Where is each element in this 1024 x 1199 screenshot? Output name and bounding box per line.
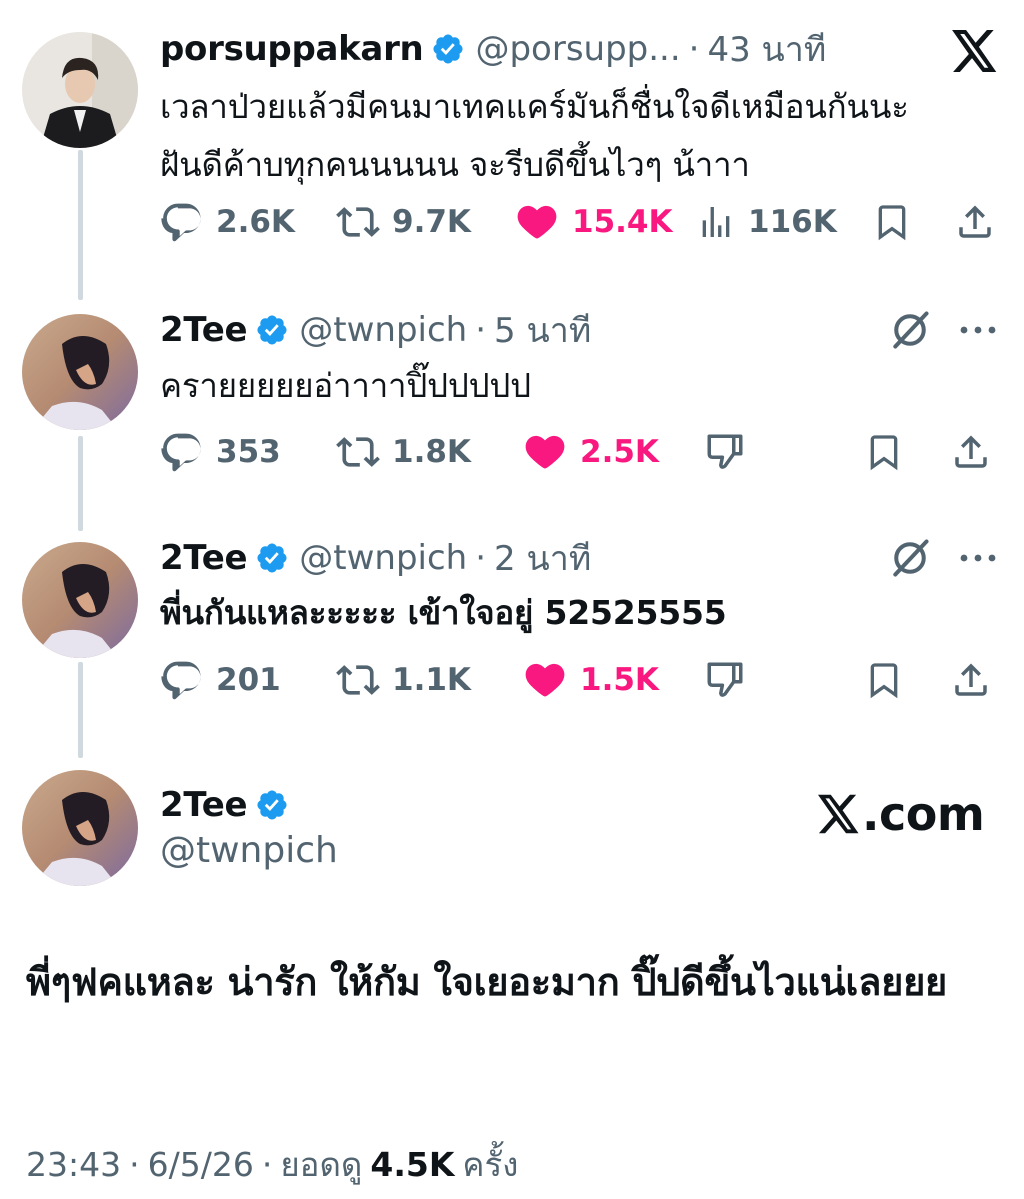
bookmark-button[interactable]: [864, 652, 916, 708]
bookmark-icon: [870, 663, 898, 699]
like-button[interactable]: 2.5K: [522, 424, 659, 480]
avatar[interactable]: [22, 314, 138, 430]
author-name[interactable]: 2Tee: [160, 785, 248, 825]
avatar[interactable]: [22, 770, 138, 886]
reply-icon: [161, 203, 201, 242]
post-time[interactable]: 2 นาที: [494, 531, 591, 585]
like-button[interactable]: 1.5K: [522, 652, 659, 708]
reply-count: 353: [216, 434, 281, 470]
grok-icon[interactable]: [888, 308, 932, 356]
grok-icon[interactable]: [888, 536, 932, 584]
bookmark-button[interactable]: [872, 194, 924, 250]
author-handle[interactable]: @twnpich: [299, 538, 467, 578]
reply-icon: [161, 433, 201, 472]
repost-icon: [336, 207, 380, 237]
tweet-actions: 353 1.8K 2.5K: [160, 424, 1010, 480]
separator-dot: ·: [475, 310, 487, 350]
thread-line: [78, 662, 83, 758]
views-count: 116K: [748, 204, 837, 240]
xcom-watermark: .com: [818, 786, 985, 842]
views-suffix: ครั้ง: [462, 1144, 519, 1184]
tweet-actions: 201 1.1K 1.5K: [160, 652, 1010, 708]
tweet-header: 2Tee @twnpich · 5 นาที: [160, 305, 591, 355]
share-button[interactable]: [954, 194, 1008, 250]
author-handle[interactable]: @porsupp...: [475, 29, 680, 69]
views-count: 4.5K: [370, 1144, 455, 1184]
share-icon: [955, 663, 987, 696]
tweet-header: porsuppakarn @porsupp... · 43 นาที: [160, 24, 826, 74]
reply-count: 201: [216, 662, 281, 698]
repost-count: 1.8K: [392, 434, 471, 470]
post-time[interactable]: 23:43: [26, 1145, 121, 1184]
bookmark-button[interactable]: [864, 424, 916, 480]
avatar[interactable]: [22, 542, 138, 658]
tweet-header: 2Tee @twnpich · 2 นาที: [160, 533, 591, 583]
repost-button[interactable]: 1.8K: [336, 424, 471, 480]
author-header: 2Tee: [160, 780, 299, 830]
post-time[interactable]: 5 นาที: [494, 303, 591, 357]
views-button[interactable]: 116K: [696, 194, 837, 250]
dislike-button[interactable]: [704, 424, 758, 480]
like-count: 15.4K: [572, 204, 673, 240]
thread-line: [78, 436, 83, 531]
thread-line: [78, 150, 83, 300]
reply-count: 2.6K: [216, 204, 295, 240]
bookmark-icon: [870, 435, 898, 471]
like-icon: [525, 435, 565, 469]
author-handle[interactable]: @twnpich: [299, 310, 467, 350]
reply-button[interactable]: 353: [160, 424, 281, 480]
author-name[interactable]: 2Tee: [160, 538, 248, 578]
dislike-button[interactable]: [704, 652, 758, 708]
like-icon: [517, 205, 557, 239]
share-button[interactable]: [950, 652, 1004, 708]
bookmark-icon: [878, 205, 906, 241]
tweet-text: พี่นกันแหละะะะะ เข้าใจอยู่ 52525555: [160, 593, 727, 632]
tweet-footer: 23:43 · 6/5/26 · ยอดดู 4.5K ครั้ง: [26, 1136, 518, 1192]
author-handle[interactable]: @twnpich: [160, 826, 338, 876]
reply-button[interactable]: 201: [160, 652, 281, 708]
avatar[interactable]: [22, 32, 138, 148]
author-name[interactable]: 2Tee: [160, 310, 248, 350]
xcom-text: .com: [862, 787, 985, 841]
post-date[interactable]: 6/5/26: [148, 1145, 254, 1184]
repost-button[interactable]: 9.7K: [336, 194, 471, 250]
repost-count: 9.7K: [392, 204, 471, 240]
repost-count: 1.1K: [392, 662, 471, 698]
like-button[interactable]: 15.4K: [514, 194, 673, 250]
author-name[interactable]: porsuppakarn: [160, 29, 424, 69]
x-logo: [952, 30, 998, 76]
separator-dot: ·: [129, 1144, 140, 1184]
reply-icon: [161, 661, 201, 700]
repost-icon: [336, 437, 380, 467]
verified-badge-icon: [255, 788, 289, 822]
dislike-icon: [707, 662, 743, 697]
more-icon[interactable]: [958, 546, 998, 574]
separator-dot: ·: [475, 538, 487, 578]
views-icon: [702, 207, 730, 237]
repost-button[interactable]: 1.1K: [336, 652, 471, 708]
separator-dot: ·: [261, 1144, 273, 1184]
dislike-icon: [707, 434, 743, 469]
like-count: 1.5K: [580, 662, 659, 698]
views-label: ยอดดู: [280, 1144, 363, 1184]
separator-dot: ·: [688, 29, 700, 69]
like-icon: [525, 663, 565, 697]
share-button[interactable]: [950, 424, 1004, 480]
share-icon: [955, 435, 987, 468]
verified-badge-icon: [255, 313, 289, 347]
verified-badge-icon: [431, 32, 465, 66]
like-count: 2.5K: [580, 434, 659, 470]
x-logo: [818, 794, 859, 834]
post-time[interactable]: 43 นาที: [707, 22, 826, 76]
tweet-text: ครายยยยยอ่าาาาปิ๊ปปปปป: [160, 366, 531, 405]
share-icon: [959, 205, 991, 238]
tweet-actions: 2.6K 9.7K 15.4K 116K: [160, 194, 1010, 250]
tweet-text: เวลาป่วยแล้วมีคนมาเทคแคร์มันก็ชื่นใจดีเห…: [160, 87, 909, 184]
more-icon[interactable]: [958, 318, 998, 346]
verified-badge-icon: [255, 541, 289, 575]
reply-button[interactable]: 2.6K: [160, 194, 295, 250]
main-tweet-text: พี่ๆฟคแหละ น่ารัก ให้กัม ใจเยอะมาก ปิ๊ปด…: [26, 960, 947, 1004]
repost-icon: [336, 665, 380, 695]
